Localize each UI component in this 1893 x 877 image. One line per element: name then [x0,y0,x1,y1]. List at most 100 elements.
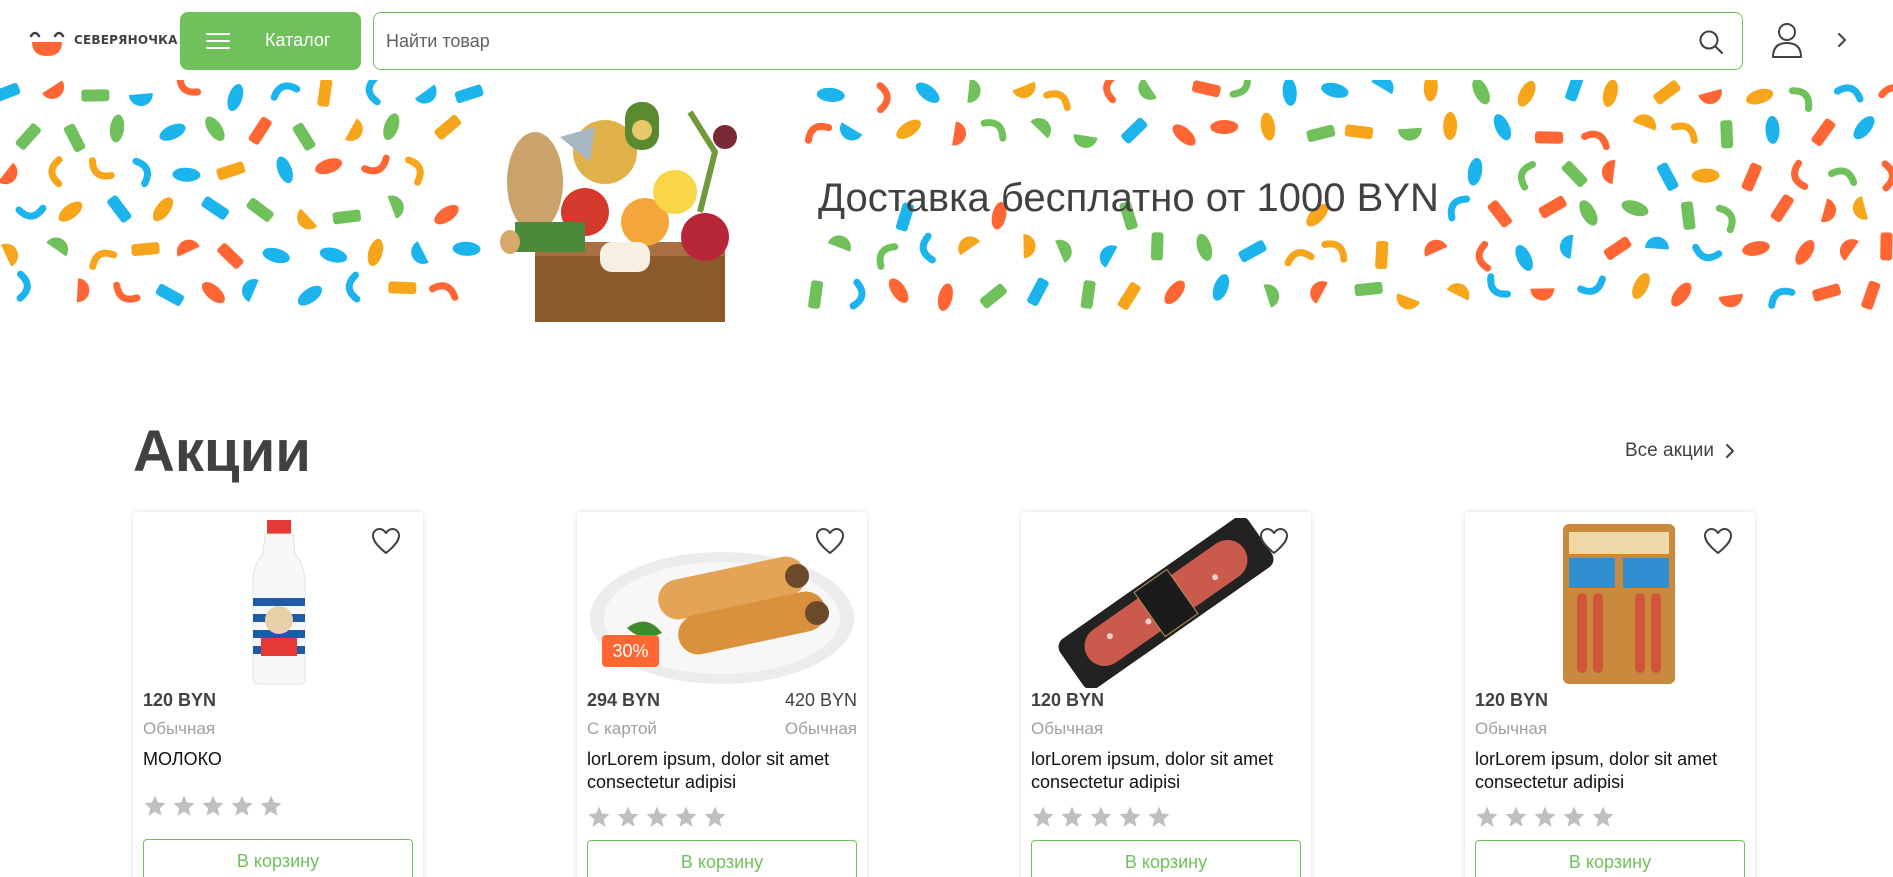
confetti-shape [937,283,953,311]
confetti-shape [1446,283,1470,301]
confetti-shape [216,161,246,181]
confetti-shape [804,122,833,144]
confetti-shape [1746,88,1774,105]
add-to-cart-button[interactable]: В корзину [1031,840,1301,877]
confetti-shape [1581,130,1610,151]
star-icon [674,805,698,834]
product-card[interactable]: 30% 294 BYN 420 BYN С картой Обычная lor… [577,512,867,877]
confetti-shape [88,157,115,180]
confetti-shape [1791,159,1809,190]
confetti-shape [387,195,404,219]
confetti-shape [172,167,201,182]
search-input[interactable] [386,13,1686,69]
confetti-shape [1852,196,1869,220]
confetti-shape [979,283,1007,309]
confetti-shape [1354,281,1383,297]
logo[interactable]: СЕВЕРЯНОЧКА [28,22,178,58]
catalog-label: Каталог [265,30,331,50]
chevron-right-icon[interactable] [1834,30,1850,50]
confetti-shape [128,93,153,107]
confetti-shape [1833,84,1864,103]
product-name[interactable]: lorLorem ipsum, dolor sit amet consectet… [1031,748,1301,794]
confetti-shape [1692,243,1723,262]
add-to-cart-button[interactable]: В корзину [143,839,413,877]
all-promotions-link[interactable]: Все акции [1625,440,1736,462]
favorite-heart-icon[interactable] [815,527,845,555]
confetti-shape [919,232,936,264]
confetti-shape [1321,240,1348,263]
confetti-shape [201,282,225,304]
confetti-shape [1172,124,1196,146]
star-icon [259,794,283,823]
confetti-shape [132,157,151,188]
confetti-shape [1878,84,1893,99]
confetti-shape [1720,120,1734,149]
confetti-shape [107,195,132,223]
product-card[interactable]: 120 BYN Обычная lorLorem ipsum, dolor si… [1021,512,1311,877]
confetti-shape [1715,204,1736,234]
confetti-shape [1770,194,1794,223]
confetti-shape [896,119,921,139]
product-card[interactable]: 120 BYN Обычная МОЛОКО В корзину [133,512,423,877]
confetti-shape [404,156,424,186]
favorite-heart-icon[interactable] [1703,527,1733,555]
confetti-shape [242,279,259,303]
star-icon [703,805,727,834]
favorite-heart-icon[interactable] [371,527,401,555]
groceries-box-image [500,102,737,322]
confetti-shape [1229,80,1251,98]
confetti-shape [227,84,244,111]
confetti-shape [434,204,459,225]
confetti-shape [1579,200,1598,226]
confetti-shape [816,87,845,102]
confetti-shape [176,239,200,257]
product-name[interactable]: lorLorem ipsum, dolor sit amet consectet… [587,748,857,794]
confetti-shape [827,235,851,252]
confetti-shape [383,113,400,141]
confetti-shape [1812,283,1842,302]
confetti-shape [1698,88,1722,104]
confetti-shape [1517,80,1536,107]
confetti-shape [1538,195,1567,219]
confetti-shape [1680,201,1696,230]
banner-title: Доставка бесплатно от 1000 BYN [818,176,1439,220]
confetti-shape [849,278,866,310]
confetti-shape [1691,168,1720,183]
confetti-shape [958,236,981,256]
confetti-shape [1282,80,1297,106]
confetti-shape [113,281,141,303]
product-card[interactable]: 120 BYN Обычная lorLorem ipsum, dolor si… [1465,512,1755,877]
confetti-shape [1653,80,1681,105]
catalog-button[interactable]: Каталог [180,12,361,70]
confetti-shape [1150,232,1164,261]
product-name[interactable]: lorLorem ipsum, dolor sit amet consectet… [1475,748,1745,794]
confetti-shape [109,114,125,143]
star-icon [1031,805,1055,834]
user-icon[interactable] [1770,22,1804,58]
confetti-shape [1788,87,1813,113]
add-to-cart-button[interactable]: В корзину [587,840,857,877]
favorite-heart-icon[interactable] [1259,527,1289,555]
confetti-shape [1321,82,1349,98]
confetti-shape [1424,239,1448,257]
confetti-shape [1055,239,1072,263]
confetti-shape [365,80,381,106]
confetti-shape [1839,239,1859,261]
product-name[interactable]: МОЛОКО [143,748,413,771]
confetti-shape [1073,134,1098,148]
search-icon[interactable] [1698,29,1724,55]
star-icon [1591,805,1615,834]
menu-icon [206,33,230,49]
star-icon [1060,805,1084,834]
add-to-cart-button[interactable]: В корзину [1475,840,1745,877]
confetti-shape [1080,280,1096,309]
confetti-shape [1820,198,1836,223]
promo-banner[interactable]: Доставка бесплатно от 1000 BYN [0,80,1893,322]
confetti-shape [1099,245,1118,268]
confetti-shape [1027,277,1049,306]
confetti-shape [1487,273,1512,298]
confetti-shape [276,156,293,184]
confetti-shape [76,278,90,303]
confetti-shape [1603,236,1632,260]
confetti-shape [1472,80,1490,105]
